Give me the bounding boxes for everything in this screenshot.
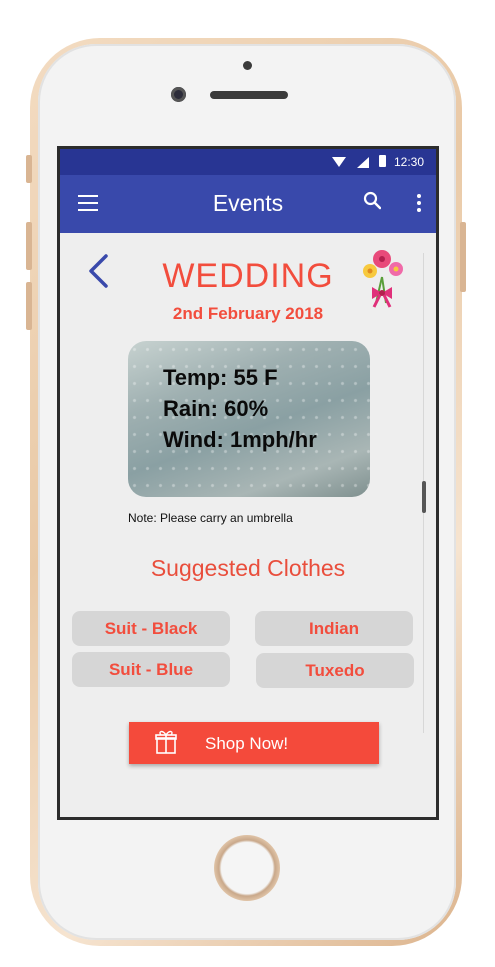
clothes-chip[interactable]: Suit - Blue xyxy=(72,652,230,687)
event-content: WEDDING 2nd February 2018 Temp: 55 F Rai… xyxy=(60,233,436,817)
weather-note: Note: Please carry an umbrella xyxy=(128,511,293,525)
battery-icon xyxy=(379,155,386,167)
status-bar: 12:30 xyxy=(60,149,436,175)
app-bar: Events xyxy=(60,175,436,233)
home-button[interactable] xyxy=(214,835,280,901)
weather-wind: Wind: 1mph/hr xyxy=(163,427,317,452)
screen: 12:30 Events WEDDING 2nd February 2018 T… xyxy=(57,146,439,820)
clothes-chip[interactable]: Tuxedo xyxy=(256,653,414,688)
weather-rain: Rain: 60% xyxy=(163,396,269,421)
weather-card: Temp: 55 F Rain: 60% Wind: 1mph/hr xyxy=(128,341,370,497)
more-vert-icon[interactable] xyxy=(417,194,421,214)
shop-now-label: Shop Now! xyxy=(205,734,289,753)
search-icon[interactable] xyxy=(363,191,381,213)
bouquet-icon xyxy=(363,250,403,308)
mute-switch xyxy=(26,155,32,183)
clothes-chip[interactable]: Indian xyxy=(255,611,413,646)
volume-down-button xyxy=(26,282,32,330)
signal-icon xyxy=(357,157,369,168)
gift-icon xyxy=(155,730,177,754)
proximity-sensor xyxy=(243,61,252,70)
shop-now-button[interactable]: Shop Now! xyxy=(129,722,379,764)
front-camera xyxy=(171,87,186,102)
clothes-chip[interactable]: Suit - Black xyxy=(72,611,230,646)
volume-up-button xyxy=(26,222,32,270)
scrollbar-thumb[interactable] xyxy=(422,481,426,513)
earpiece-speaker xyxy=(210,91,288,99)
power-button xyxy=(460,222,466,292)
suggested-clothes-heading: Suggested Clothes xyxy=(150,555,346,581)
status-time: 12:30 xyxy=(393,155,424,169)
weather-temp: Temp: 55 F xyxy=(163,365,278,390)
wifi-icon xyxy=(332,157,346,167)
